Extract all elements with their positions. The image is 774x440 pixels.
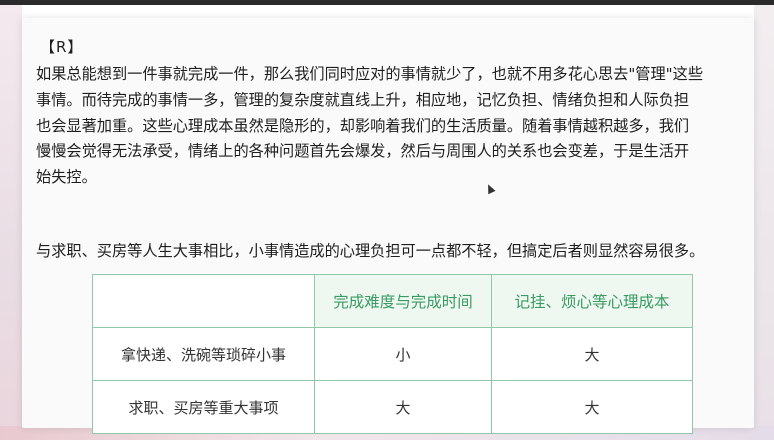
paragraph-line: 如果总能想到一件事就完成一件，那么我们同时应对的事情就少了，也就不用多花心思去"… (36, 65, 704, 83)
table-row: 求职、买房等重大事项 大 大 (92, 380, 693, 434)
section-tag: 【R】 (40, 38, 84, 56)
lead-sentence: 与求职、买房等人生大事相比，小事情造成的心理负担可一点都不轻，但搞定后者则显然容… (36, 242, 705, 260)
background-left (0, 5, 22, 440)
table-row: 拿快递、洗碗等琐碎小事 小 大 (92, 327, 693, 381)
table-cell: 大 (491, 327, 693, 381)
window-top-bar (0, 0, 774, 5)
table-header-cell: 完成难度与完成时间 (314, 274, 492, 328)
comparison-table: 完成难度与完成时间 记挂、烦心等心理成本 拿快递、洗碗等琐碎小事 小 大 求职、… (92, 274, 693, 434)
paragraph-line: 慢慢会觉得无法承受，情绪上的各种问题首先会爆发，然后与周围人的关系也会变差，于是… (36, 142, 690, 161)
table-header-cell: 记挂、烦心等心理成本 (491, 274, 693, 328)
table-header-cell (92, 274, 315, 328)
paragraph-line: 始失控。 (36, 168, 97, 187)
table-cell: 大 (314, 380, 492, 434)
table-cell: 拿快递、洗碗等琐碎小事 (92, 327, 315, 381)
paragraph-line: 也会显著加重。这些心理成本虽然是隐形的，却影响着我们的生活质量。随着事情越积越多… (36, 116, 690, 135)
table-cell: 大 (491, 380, 693, 434)
body-paragraph: 如果总能想到一件事就完成一件，那么我们同时应对的事情就少了，也就不用多花心思去"… (36, 62, 748, 191)
background-right (754, 5, 774, 440)
paragraph-line: 事情。而待完成的事情一多，管理的复杂度就直线上升，相应地，记忆负担、情绪负担和人… (36, 90, 690, 109)
table-cell: 小 (314, 327, 492, 381)
table-header-row: 完成难度与完成时间 记挂、烦心等心理成本 (92, 274, 693, 328)
table-cell: 求职、买房等重大事项 (92, 380, 315, 434)
